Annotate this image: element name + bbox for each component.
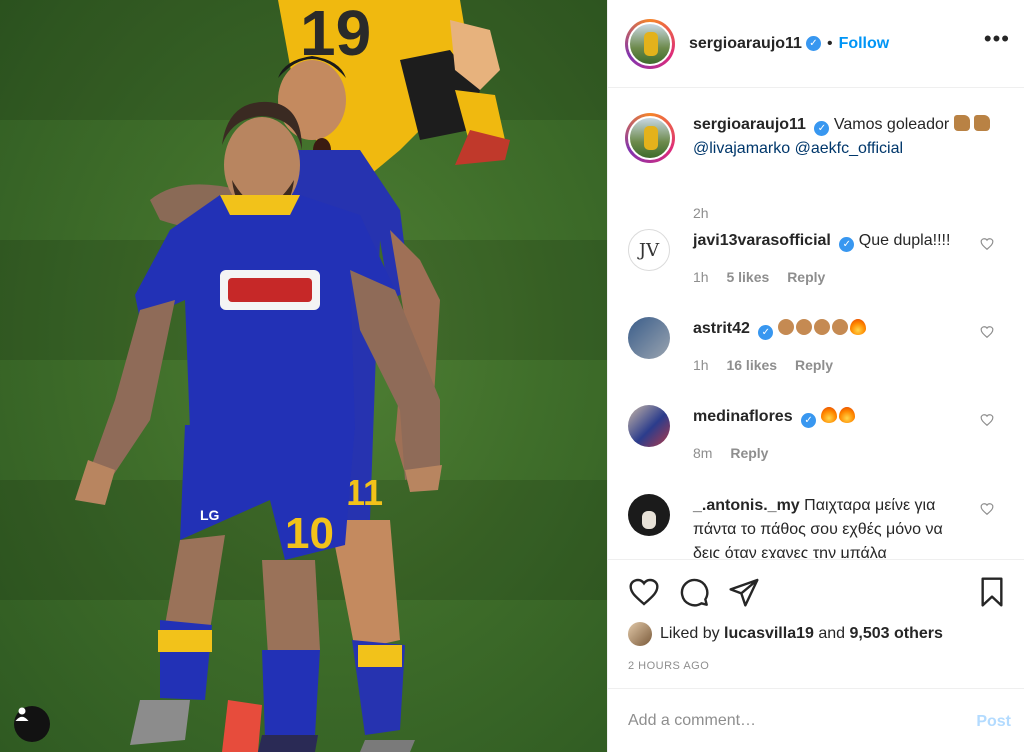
commenter-username[interactable]: javi13varasofficial [693, 232, 831, 249]
shorts-sponsor: LG [200, 507, 220, 523]
likes-prefix: Liked by [660, 625, 720, 642]
commenter-avatar[interactable] [628, 494, 670, 536]
commenter-avatar[interactable] [628, 405, 670, 447]
liker-avatar[interactable] [628, 622, 652, 646]
commenter-username[interactable]: medinaflores [693, 408, 793, 425]
likes-and: and [818, 625, 846, 642]
comment-likes[interactable]: 16 likes [726, 357, 777, 373]
front-number: 10 [285, 509, 334, 558]
fire-emoji-icon [849, 319, 866, 335]
share-icon[interactable] [728, 576, 760, 608]
fire-emoji-icon [838, 407, 855, 423]
commenter-avatar[interactable] [628, 317, 670, 359]
tagged-people-button[interactable] [14, 706, 50, 742]
separator-dot: • [826, 34, 833, 52]
clapping-hands-emoji-icon [831, 319, 848, 335]
caption-username[interactable]: sergioaraujo11 [693, 116, 806, 133]
more-options-icon[interactable]: ••• [984, 28, 1010, 50]
comment-text: Que dupla!!!! [858, 232, 951, 249]
likes-others[interactable]: 9,503 others [850, 625, 943, 643]
caption-time[interactable]: 2h [693, 205, 709, 221]
reply-button[interactable]: Reply [795, 357, 833, 373]
post-photo[interactable]: 19 11 10 LG [0, 0, 607, 752]
follow-button[interactable]: Follow [839, 35, 890, 53]
comment-time[interactable]: 8m [693, 445, 712, 461]
commenter-username[interactable]: _.antonis._my [693, 497, 800, 514]
author-avatar[interactable] [625, 18, 675, 69]
verified-badge-icon: ✓ [839, 237, 855, 252]
photo-illustration: 19 11 10 LG [0, 0, 607, 752]
post-comment-button[interactable]: Post [976, 713, 1011, 731]
clapping-hands-emoji-icon [777, 319, 794, 335]
person-tag-icon [15, 707, 29, 721]
commenter-avatar[interactable]: JV [628, 229, 670, 271]
post-timestamp[interactable]: 2 HOURS AGO [628, 660, 709, 672]
post-header: sergioaraujo11 ✓ • Follow ••• [608, 0, 1024, 88]
like-comment-icon[interactable] [980, 325, 994, 339]
reply-button[interactable]: Reply [787, 269, 825, 285]
comments-list[interactable]: sergioaraujo11 ✓ Vamos goleador @livajam… [608, 89, 1024, 558]
hand-emoji-icon [953, 115, 970, 131]
bookmark-icon[interactable] [976, 576, 1008, 608]
second-number: 11 [345, 472, 383, 513]
liker-username[interactable]: lucasvilla19 [724, 625, 814, 643]
comment-icon[interactable] [678, 576, 710, 608]
caption-mention[interactable]: @livajamarko [693, 140, 790, 157]
commenter-username[interactable]: astrit42 [693, 320, 750, 337]
verified-badge-icon: ✓ [814, 121, 830, 136]
post-sidebar: sergioaraujo11 ✓ • Follow ••• sergioarau… [607, 0, 1024, 752]
clapping-hands-emoji-icon [813, 319, 830, 335]
like-comment-icon[interactable] [980, 413, 994, 427]
fire-emoji-icon [820, 407, 837, 423]
comment-time[interactable]: 1h [693, 357, 709, 373]
like-comment-icon[interactable] [980, 502, 994, 516]
verified-badge-icon: ✓ [805, 36, 821, 51]
like-comment-icon[interactable] [980, 237, 994, 251]
author-username[interactable]: sergioaraujo11 [689, 35, 802, 53]
caption-mention[interactable]: @aekfc_official [795, 140, 903, 157]
add-comment-bar: Post [608, 688, 1024, 752]
post-actions: Liked by lucasvilla19 and 9,503 others 2… [608, 559, 1024, 687]
verified-badge-icon: ✓ [758, 325, 774, 340]
caption-text: Vamos goleador [833, 116, 950, 133]
clapping-hands-emoji-icon [795, 319, 812, 335]
likes-summary: Liked by lucasvilla19 and 9,503 others [628, 622, 943, 646]
hand-emoji-icon [974, 115, 991, 131]
reply-button[interactable]: Reply [730, 445, 768, 461]
heart-icon[interactable] [628, 576, 660, 608]
verified-badge-icon: ✓ [801, 413, 817, 428]
comment-likes[interactable]: 5 likes [726, 269, 769, 285]
caption-avatar[interactable] [625, 113, 675, 163]
comment-input[interactable] [628, 707, 948, 735]
comment-time[interactable]: 1h [693, 269, 709, 285]
